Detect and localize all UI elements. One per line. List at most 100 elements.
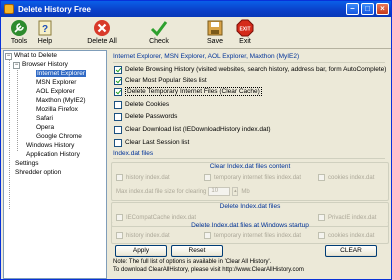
tools-icon <box>11 20 27 36</box>
option-download-list[interactable]: Clear Download list (IEDownloadHistory i… <box>114 125 271 134</box>
tree-label: Application History <box>26 151 80 158</box>
option-label: Clear Download list (IEDownloadHistory i… <box>125 126 271 133</box>
option-label: Clear Most Popular Sites list <box>125 77 207 84</box>
g1-cookies-index: cookies index.dat <box>318 174 374 181</box>
tree-item-application-history[interactable]: Application History <box>26 150 80 159</box>
max-size-field: 10 <box>208 187 231 196</box>
tree-connector <box>9 59 10 209</box>
group-title: Delete Index.dat files <box>219 203 281 210</box>
tree-label: Safari <box>36 115 53 122</box>
tree-label: Google Chrome <box>36 133 82 140</box>
option-label: Delete Temporary Internet Files (Clear C… <box>125 87 262 96</box>
window-title: Delete History Free <box>18 4 91 14</box>
tree-item-mozilla-firefox[interactable]: Mozilla Firefox <box>36 105 78 114</box>
g2-iecompatcache-index: IECompatCache index.dat <box>116 214 196 221</box>
delete-all-button[interactable]: Delete All <box>83 19 121 49</box>
divider <box>113 62 385 63</box>
option-cookies[interactable]: Delete Cookies <box>114 100 169 109</box>
option-last-session[interactable]: Clear Last Session list <box>114 138 189 147</box>
checkbox[interactable] <box>114 138 122 147</box>
checkbox <box>318 214 325 221</box>
exit-icon: EXIT <box>236 19 254 37</box>
help-button[interactable]: ? Help <box>27 19 63 49</box>
checkbox <box>204 174 211 181</box>
section-header-ie: Internet Explorer, MSN Explorer, AOL Exp… <box>113 53 300 60</box>
tree-item-google-chrome[interactable]: Google Chrome <box>36 132 82 141</box>
tree-item-internet-explorer[interactable]: Internet Explorer <box>36 69 87 78</box>
tree-connector <box>17 67 18 151</box>
max-size-label: Max index.dat file size for clearing <box>116 188 207 195</box>
option-label: Delete Passwords <box>125 113 178 120</box>
svg-text:?: ? <box>42 24 48 35</box>
g2-privacie-index: PrivacIE index.dat <box>318 214 376 221</box>
divider <box>113 158 385 159</box>
tree-item-opera[interactable]: Opera <box>36 123 54 132</box>
tree-item-maxthon[interactable]: Maxthon (MyIE2) <box>36 96 86 105</box>
option-label: cookies index.dat <box>328 232 375 239</box>
checkbox[interactable] <box>114 112 122 121</box>
check-button[interactable]: Check <box>141 19 177 49</box>
tree-item-what-to-delete[interactable]: − What to Delete <box>5 51 57 60</box>
save-icon <box>207 20 223 36</box>
option-passwords[interactable]: Delete Passwords <box>114 112 177 121</box>
collapse-icon[interactable]: − <box>5 53 12 60</box>
option-label: Clear Last Session list <box>125 139 190 146</box>
check-label: Check <box>149 38 169 45</box>
group-clear-index-dat: Clear Index.dat files content history in… <box>111 162 389 201</box>
tree-item-shredder-option[interactable]: Shredder option <box>15 168 61 177</box>
checkbox[interactable] <box>114 100 122 109</box>
checkbox[interactable] <box>114 65 122 74</box>
tree-item-settings[interactable]: Settings <box>15 159 39 168</box>
tree-item-msn-explorer[interactable]: MSN Explorer <box>36 78 76 87</box>
tree-label: AOL Explorer <box>36 88 75 95</box>
clear-button[interactable]: CLEAR <box>325 245 377 257</box>
delete-all-icon <box>94 20 110 36</box>
tree-item-browser-history[interactable]: − Browser History <box>13 60 68 69</box>
tree-item-safari[interactable]: Safari <box>36 114 53 123</box>
reset-button[interactable]: Reset <box>171 245 223 257</box>
g3-temp-files-index: temporary internet files index.dat <box>204 232 301 239</box>
minimize-button[interactable]: – <box>346 3 359 15</box>
option-most-popular-sites[interactable]: Clear Most Popular Sites list <box>114 76 207 85</box>
tree-item-windows-history[interactable]: Windows History <box>26 141 74 150</box>
tree-item-aol-explorer[interactable]: AOL Explorer <box>36 87 75 96</box>
navigation-tree: − What to Delete − Browser History Interne… <box>3 50 107 279</box>
tree-label: Windows History <box>26 142 75 149</box>
title-bar: Delete History Free – □ × <box>1 1 391 17</box>
checkbox <box>116 174 123 181</box>
option-label: PrivacIE index.dat <box>328 214 377 221</box>
checkbox[interactable] <box>114 87 122 96</box>
option-browsing-history[interactable]: Delete Browsing History (visited website… <box>114 65 386 74</box>
window-controls: – □ × <box>346 3 389 15</box>
tree-label: Internet Explorer <box>36 70 87 77</box>
tree-label: Mozilla Firefox <box>36 106 78 113</box>
checkbox[interactable] <box>114 125 122 134</box>
check-icon <box>150 21 168 37</box>
app-window: Delete History Free – □ × Tools ? Help D… <box>0 0 392 280</box>
g3-history-index: history index.dat <box>116 232 170 239</box>
option-temporary-internet-files[interactable]: Delete Temporary Internet Files (Clear C… <box>114 87 262 96</box>
close-button[interactable]: × <box>376 3 389 15</box>
tree-label: Opera <box>36 124 55 131</box>
maximize-button[interactable]: □ <box>361 3 374 15</box>
collapse-icon[interactable]: − <box>13 62 20 69</box>
g1-history-index: history index.dat <box>116 174 170 181</box>
exit-button[interactable]: EXIT Exit <box>227 19 263 49</box>
spin-arrows-icon: ▴ <box>232 187 239 196</box>
svg-text:EXIT: EXIT <box>239 27 250 33</box>
option-label: temporary internet files index.dat <box>214 232 302 239</box>
delete-all-label: Delete All <box>87 38 117 45</box>
apply-button[interactable]: Apply <box>115 245 167 257</box>
tree-label: What to Delete <box>14 52 57 59</box>
tree-label: Shredder option <box>15 169 62 176</box>
checkbox <box>318 174 325 181</box>
exit-label: Exit <box>239 38 251 45</box>
max-size-unit: Mb <box>241 188 250 195</box>
max-size-spinner: Max index.dat file size for clearing 10 … <box>116 187 250 196</box>
checkbox <box>318 232 325 239</box>
checkbox[interactable] <box>114 76 122 85</box>
option-label: IECompatCache index.dat <box>126 214 197 221</box>
note-download-link[interactable]: To download ClearAllHistory, please visi… <box>113 267 304 273</box>
option-label: Delete Cookies <box>125 101 170 108</box>
option-label: history index.dat <box>126 232 170 239</box>
